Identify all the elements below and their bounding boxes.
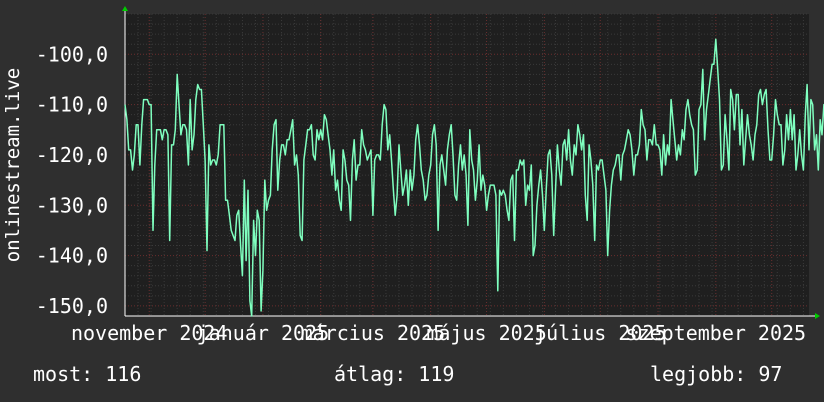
best-stat: legjobb: 97 [650,362,782,386]
y-tick-label: -140,0 [36,244,108,268]
x-axis-arrow-icon [815,313,820,319]
y-tick-label: -130,0 [36,193,108,217]
current-label: most: [33,362,94,386]
y-tick-label: -120,0 [36,143,108,167]
average-value: 119 [418,362,455,386]
y-axis-label: onlinestream.live [2,68,24,262]
average-stat: átlag: 119 [334,362,454,386]
chart-svg: -100,0 -110,0 -120,0 -130,0 -140,0 -150,0 nov… [2,6,824,345]
average-label: átlag: [334,362,407,386]
y-tick-label: -100,0 [36,42,108,66]
y-tick-label: -110,0 [36,93,108,117]
current-stat: most: 116 [33,362,141,386]
current-value: 116 [105,362,142,386]
y-tick-labels: -100,0 -110,0 -120,0 -130,0 -140,0 -150,0 [36,42,108,318]
best-value: 97 [758,362,783,386]
x-tick-label: március 2025 [301,321,446,345]
x-tick-label: szeptember 2025 [625,321,806,345]
x-tick-label: május 2025 [426,321,546,345]
y-axis-arrow-icon [122,6,128,11]
best-label: legjobb: [650,362,747,386]
stats-row: most: 116 átlag: 119 legjobb: 97 [0,362,824,390]
x-tick-labels: november 2024január 2025március 2025máju… [71,321,806,345]
y-tick-label: -150,0 [36,294,108,318]
